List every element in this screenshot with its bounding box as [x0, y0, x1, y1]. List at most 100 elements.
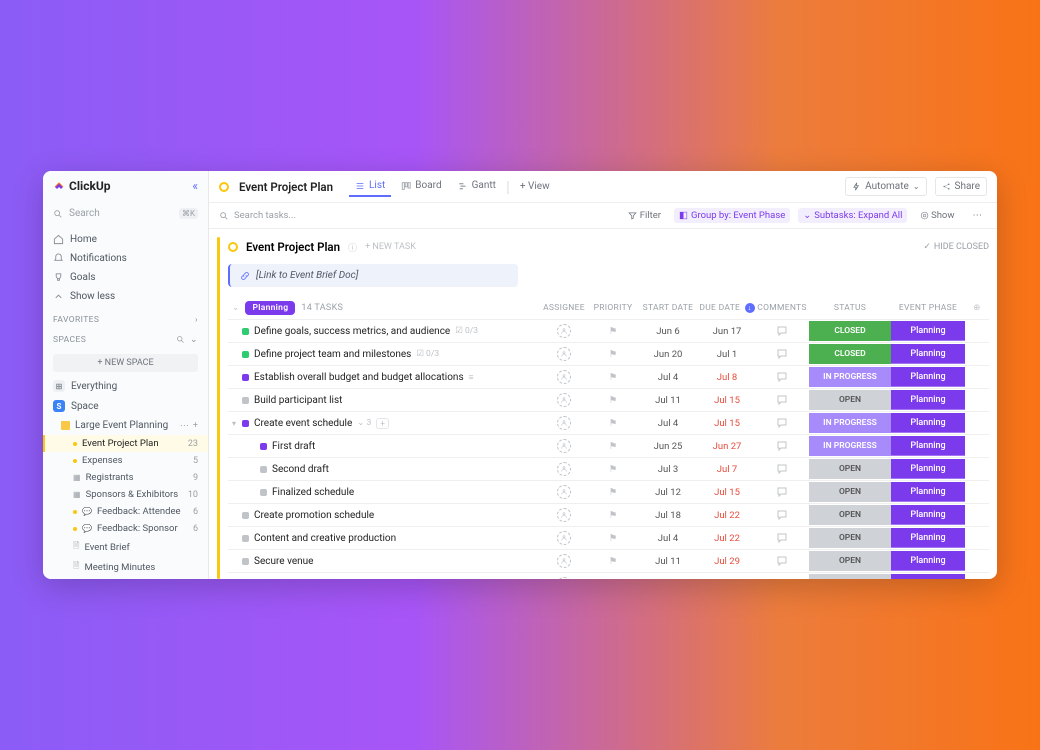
status-square-icon[interactable]	[260, 443, 267, 450]
due-date-cell[interactable]: Jun 27	[699, 441, 755, 452]
start-date-cell[interactable]: Jul 4	[637, 533, 699, 544]
phase-cell[interactable]: Planning	[891, 390, 965, 410]
task-row[interactable]: Build participant list⚑Jul 11Jul 15OPENP…	[228, 388, 989, 411]
due-date-cell[interactable]: Jul 15	[699, 395, 755, 406]
task-row[interactable]: Second draft⚑Jul 3Jul 7OPENPlanning	[228, 457, 989, 480]
phase-cell[interactable]: Planning	[891, 436, 965, 456]
task-row[interactable]: ▾Create event schedule ⌄ 3 +⚑Jul 4Jul 15…	[228, 411, 989, 434]
start-date-cell[interactable]: Jul 11	[637, 395, 699, 406]
sidebar-list-item[interactable]: Expenses5	[43, 452, 208, 469]
share-button[interactable]: Share	[935, 177, 987, 196]
priority-cell[interactable]: ⚑	[589, 533, 637, 544]
start-date-cell[interactable]: Jul 4	[637, 418, 699, 429]
linked-doc-block[interactable]: [Link to Event Brief Doc]	[228, 264, 518, 287]
sidebar-collapse-icon[interactable]: «	[192, 179, 198, 193]
priority-cell[interactable]: ⚑	[589, 487, 637, 498]
due-date-cell[interactable]: Jul 1	[699, 349, 755, 360]
sidebar-list-item[interactable]: 💬Feedback: Sponsor6	[43, 520, 208, 537]
comments-cell[interactable]	[755, 440, 809, 452]
subtasks-chip[interactable]: ⌄ Subtasks: Expand All	[798, 208, 907, 223]
priority-cell[interactable]: ⚑	[589, 326, 637, 337]
info-icon[interactable]: ⓘ	[348, 241, 357, 254]
phase-cell[interactable]: Planning	[891, 321, 965, 341]
due-date-cell[interactable]: Jul 29	[699, 556, 755, 567]
status-cell[interactable]: OPEN	[809, 551, 891, 571]
phase-cell[interactable]: Planning	[891, 413, 965, 433]
tab-list[interactable]: List	[349, 176, 391, 197]
new-task-button[interactable]: + NEW TASK	[365, 242, 416, 252]
everything-row[interactable]: ⊞ Everything	[43, 376, 208, 396]
due-date-cell[interactable]: Jul 22	[699, 533, 755, 544]
start-date-cell[interactable]: Jun 25	[637, 441, 699, 452]
status-square-icon[interactable]	[242, 535, 249, 542]
more-icon[interactable]: ⋯	[968, 208, 988, 223]
status-cell[interactable]: OPEN	[809, 459, 891, 479]
favorites-section[interactable]: FAVORITES ›	[43, 310, 208, 330]
folder-row[interactable]: Large Event Planning ⋯ +	[43, 416, 208, 435]
comments-cell[interactable]	[755, 394, 809, 406]
status-square-icon[interactable]	[242, 351, 249, 358]
phase-cell[interactable]: Planning	[891, 528, 965, 548]
task-row[interactable]: Finalized schedule⚑Jul 12Jul 15OPENPlann…	[228, 480, 989, 503]
task-row[interactable]: ▾Secure sponsors ⌄ 2 +⚑Jul 11Jul 29OPENP…	[228, 572, 989, 579]
status-cell[interactable]: OPEN	[809, 390, 891, 410]
col-priority[interactable]: PRIORITY	[589, 303, 637, 313]
nav-goals[interactable]: Goals	[43, 268, 208, 287]
sidebar-list-item[interactable]: Event Project Plan23	[43, 435, 208, 452]
assignee-cell[interactable]	[539, 508, 589, 522]
status-square-icon[interactable]	[260, 489, 267, 496]
search-tasks[interactable]: Search tasks...	[219, 210, 615, 221]
assignee-cell[interactable]	[539, 554, 589, 568]
status-square-icon[interactable]	[260, 466, 267, 473]
tab-board[interactable]: Board	[395, 176, 447, 197]
status-cell[interactable]: OPEN	[809, 505, 891, 525]
status-cell[interactable]: CLOSED	[809, 321, 891, 341]
chevron-down-icon[interactable]: ⌄	[190, 335, 198, 345]
assignee-cell[interactable]	[539, 416, 589, 430]
filter-button[interactable]: Filter	[623, 208, 666, 223]
phase-cell[interactable]: Planning	[891, 574, 965, 579]
comments-cell[interactable]	[755, 348, 809, 360]
due-date-cell[interactable]: Jun 17	[699, 326, 755, 337]
status-cell[interactable]: OPEN	[809, 528, 891, 548]
sidebar-list-item[interactable]: ▦Sponsors & Exhibitors10	[43, 486, 208, 503]
status-square-icon[interactable]	[242, 397, 249, 404]
nav-notifications[interactable]: Notifications	[43, 249, 208, 268]
comments-cell[interactable]	[755, 532, 809, 544]
sidebar-list-item[interactable]: ▦Registrants9	[43, 469, 208, 486]
priority-cell[interactable]: ⚑	[589, 372, 637, 383]
comments-cell[interactable]	[755, 463, 809, 475]
status-square-icon[interactable]	[242, 328, 249, 335]
assignee-cell[interactable]	[539, 462, 589, 476]
show-button[interactable]: ◎ Show	[915, 208, 959, 223]
due-date-cell[interactable]: Jul 15	[699, 487, 755, 498]
start-date-cell[interactable]: Jul 3	[637, 464, 699, 475]
group-by-chip[interactable]: ◧ Group by: Event Phase	[674, 208, 790, 223]
assignee-cell[interactable]	[539, 485, 589, 499]
status-cell[interactable]: OPEN	[809, 482, 891, 502]
new-space-button[interactable]: + NEW SPACE	[53, 354, 198, 372]
phase-cell[interactable]: Planning	[891, 551, 965, 571]
phase-cell[interactable]: Planning	[891, 505, 965, 525]
task-row[interactable]: Define goals, success metrics, and audie…	[228, 319, 989, 342]
comments-cell[interactable]	[755, 417, 809, 429]
task-row[interactable]: Create promotion schedule⚑Jul 18Jul 22OP…	[228, 503, 989, 526]
due-date-cell[interactable]: Jul 29	[699, 579, 755, 580]
comments-cell[interactable]	[755, 509, 809, 521]
assignee-cell[interactable]	[539, 324, 589, 338]
col-due[interactable]: DUE DATE ↓	[699, 303, 755, 313]
task-row[interactable]: Establish overall budget and budget allo…	[228, 365, 989, 388]
chevron-down-icon[interactable]: ▾	[232, 419, 236, 428]
status-cell[interactable]: OPEN	[809, 574, 891, 579]
assignee-cell[interactable]	[539, 439, 589, 453]
sidebar-doc-item[interactable]: 🗎Meeting Minutes	[43, 557, 208, 577]
start-date-cell[interactable]: Jun 20	[637, 349, 699, 360]
col-assignee[interactable]: ASSIGNEE	[539, 303, 589, 313]
col-comments[interactable]: COMMENTS	[755, 303, 809, 313]
status-cell[interactable]: IN PROGRESS	[809, 436, 891, 456]
status-cell[interactable]: CLOSED	[809, 344, 891, 364]
task-row[interactable]: First draft⚑Jun 25Jun 27IN PROGRESSPlann…	[228, 434, 989, 457]
phase-cell[interactable]: Planning	[891, 482, 965, 502]
add-icon[interactable]: +	[193, 421, 198, 431]
comments-cell[interactable]	[755, 486, 809, 498]
